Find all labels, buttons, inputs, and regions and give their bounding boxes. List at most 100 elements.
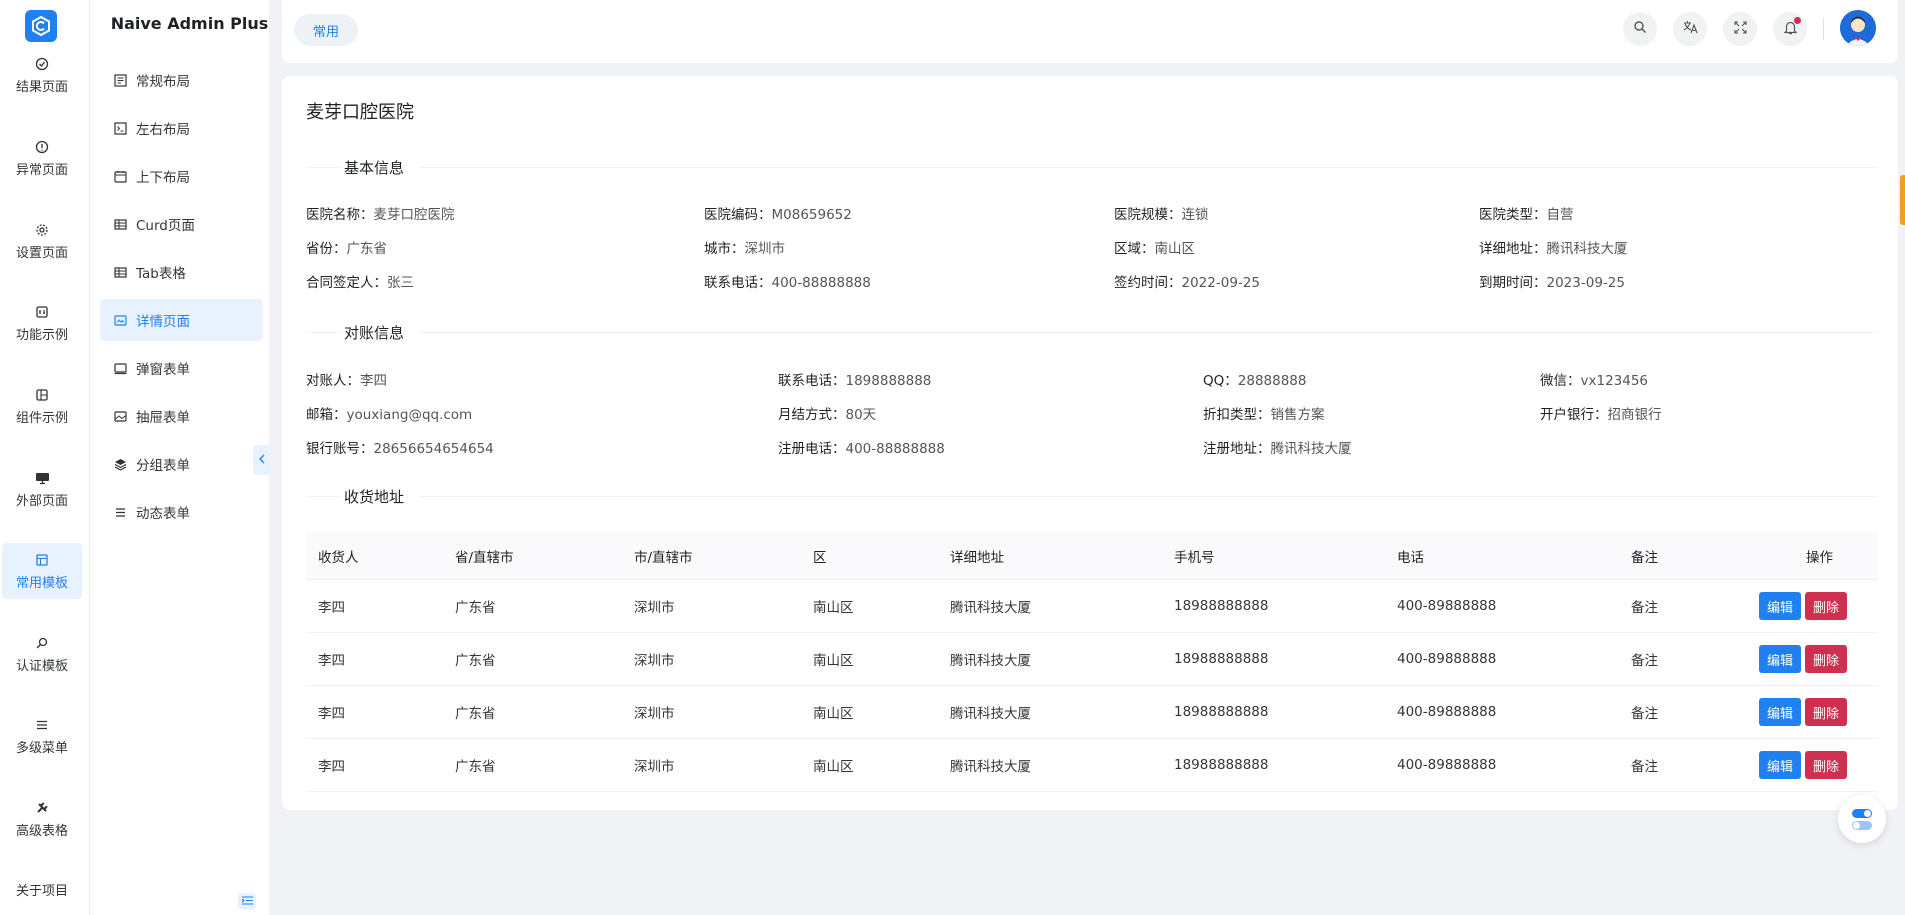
rail-item-settings[interactable]: 设置页面 — [2, 219, 82, 267]
table-row: 李四 广东省 深圳市 南山区 腾讯科技大厦 18988888888 400-89… — [306, 739, 1878, 792]
menu-item-label: 上下布局 — [136, 170, 190, 186]
rail-item-templates[interactable]: 常用模板 — [2, 543, 82, 599]
menu-item-normal-layout[interactable]: 常规布局 — [100, 59, 263, 101]
tab-common[interactable]: 常用 — [294, 14, 358, 46]
cell-address: 腾讯科技大厦 — [950, 653, 1031, 669]
table-row: 李四 广东省 深圳市 南山区 腾讯科技大厦 18988888888 400-89… — [306, 633, 1878, 686]
rail-item-components[interactable]: 组件示例 — [2, 384, 82, 432]
cell-address: 腾讯科技大厦 — [950, 759, 1031, 775]
fullscreen-icon — [1733, 20, 1747, 38]
fullscreen-button[interactable] — [1723, 12, 1757, 46]
notification-dot — [1794, 17, 1801, 24]
theme-toggle-button[interactable] — [1838, 795, 1886, 843]
menu-item-group-form[interactable]: 分组表单 — [100, 443, 263, 485]
field-hospital-scale: 医院规模：连锁 — [1114, 207, 1209, 223]
field-account-phone: 联系电话：1898888888 — [778, 373, 932, 389]
section-basic-info: 基本信息 — [306, 156, 1878, 178]
cell-receiver: 李四 — [318, 706, 345, 722]
address-table: 收货人 省/直辖市 市/直辖市 区 详细地址 手机号 电话 备注 操作 李四 广… — [306, 532, 1878, 792]
rail-item-features[interactable]: 功能示例 — [2, 301, 82, 349]
edit-button[interactable]: 编辑 — [1759, 592, 1802, 620]
cell-address: 腾讯科技大厦 — [950, 706, 1031, 722]
header-divider — [1823, 18, 1824, 40]
rail-item-multilevel[interactable]: 多级菜单 — [2, 714, 82, 762]
cell-province: 广东省 — [455, 706, 496, 722]
menu-item-label: 详情页面 — [136, 314, 190, 330]
delete-button[interactable]: 删除 — [1805, 751, 1848, 779]
collapse-menu-button[interactable] — [253, 445, 271, 475]
column-header: 手机号 — [1174, 549, 1215, 566]
cell-district: 南山区 — [813, 706, 854, 722]
rail-item-external[interactable]: 外部页面 — [2, 467, 82, 515]
menu-item-detail-page[interactable]: 详情页面 — [100, 299, 263, 341]
monitor-icon — [33, 469, 51, 487]
cell-receiver: 李四 — [318, 600, 345, 616]
table-icon — [112, 216, 128, 232]
rail-item-auth[interactable]: 认证模板 — [2, 632, 82, 680]
search-key-icon — [33, 634, 51, 652]
cell-mobile: 18988888888 — [1174, 651, 1269, 667]
rail-item-exception[interactable]: 异常页面 — [2, 136, 82, 184]
sub-menu: Naive Admin Plus 常规布局 左右布局 上下布局 Curd页面 T… — [90, 0, 270, 915]
toggle-off-icon — [1852, 820, 1872, 830]
rail-item-advanced-table[interactable]: 高级表格 — [2, 797, 82, 845]
menu-item-modal-form[interactable]: 弹窗表单 — [100, 347, 263, 389]
avatar[interactable] — [1840, 10, 1876, 46]
rail-item-about[interactable]: 关于项目 — [2, 877, 82, 903]
field-hospital-code: 医院编码：M08659652 — [704, 207, 852, 223]
menu-item-dynamic-form[interactable]: 动态表单 — [100, 491, 263, 533]
cell-receiver: 李四 — [318, 759, 345, 775]
search-button[interactable] — [1623, 12, 1657, 46]
wrench-icon — [33, 799, 51, 817]
section-shipping-address: 收货地址 — [306, 485, 1878, 507]
cell-remark: 备注 — [1631, 759, 1658, 775]
field-expire-date: 到期时间：2023-09-25 — [1479, 275, 1625, 291]
app-logo-icon[interactable] — [25, 10, 57, 42]
settings-drawer-tab[interactable] — [1900, 175, 1905, 225]
edit-button[interactable]: 编辑 — [1759, 751, 1802, 779]
delete-button[interactable]: 删除 — [1805, 645, 1848, 673]
rail-item-label: 异常页面 — [15, 163, 68, 178]
field-contract-signer: 合同签定人：张三 — [306, 275, 414, 291]
rail-item-label: 高级表格 — [15, 824, 68, 839]
app-title: Naive Admin Plus — [110, 14, 269, 33]
menu-item-left-right-layout[interactable]: 左右布局 — [100, 107, 263, 149]
rail-item-label: 认证模板 — [15, 659, 68, 674]
cell-city: 深圳市 — [634, 653, 675, 669]
field-register-address: 注册地址：腾讯科技大厦 — [1203, 441, 1352, 457]
cell-city: 深圳市 — [634, 759, 675, 775]
menu-item-curd-page[interactable]: Curd页面 — [100, 203, 263, 245]
icon-rail: 结果页面 异常页面 设置页面 功能示例 组件示例 外部页面 常用模板 认证模板 … — [0, 0, 90, 915]
cell-province: 广东省 — [455, 600, 496, 616]
menu-toggle-button[interactable] — [238, 893, 256, 909]
column-header: 省/直辖市 — [455, 549, 514, 566]
cell-city: 深圳市 — [634, 706, 675, 722]
table-header: 收货人 省/直辖市 市/直辖市 区 详细地址 手机号 电话 备注 操作 — [306, 532, 1878, 580]
field-province: 省份：广东省 — [306, 241, 387, 257]
gear-icon — [33, 221, 51, 239]
menu-item-tab-table[interactable]: Tab表格 — [100, 251, 263, 293]
menu-item-top-bottom-layout[interactable]: 上下布局 — [100, 155, 263, 197]
rail-item-label: 常用模板 — [15, 576, 68, 591]
notification-button[interactable] — [1773, 12, 1807, 46]
delete-button[interactable]: 删除 — [1805, 592, 1848, 620]
cell-province: 广东省 — [455, 653, 496, 669]
rail-item-label: 设置页面 — [15, 246, 68, 261]
menu-item-drawer-form[interactable]: 抽屉表单 — [100, 395, 263, 437]
edit-button[interactable]: 编辑 — [1759, 645, 1802, 673]
menu-item-label: 常规布局 — [136, 74, 190, 90]
delete-button[interactable]: 删除 — [1805, 698, 1848, 726]
edit-button[interactable]: 编辑 — [1759, 698, 1802, 726]
check-circle-icon — [33, 55, 51, 73]
cell-actions: 编辑 删除 — [1749, 751, 1878, 779]
cell-actions: 编辑 删除 — [1749, 592, 1878, 620]
section-title: 收货地址 — [344, 487, 405, 506]
rail-item-result[interactable]: 结果页面 — [2, 53, 82, 101]
language-button[interactable] — [1673, 12, 1707, 46]
field-hospital-type: 医院类型：自营 — [1479, 207, 1574, 223]
detail-card: 麦芽口腔医院 基本信息 医院名称：麦芽口腔医院 医院编码：M08659652 医… — [282, 76, 1898, 810]
cell-phone: 400-89888888 — [1397, 651, 1497, 667]
toggle-on-icon — [1852, 808, 1872, 818]
cell-phone: 400-89888888 — [1397, 704, 1497, 720]
rail-item-label: 关于项目 — [15, 884, 68, 899]
